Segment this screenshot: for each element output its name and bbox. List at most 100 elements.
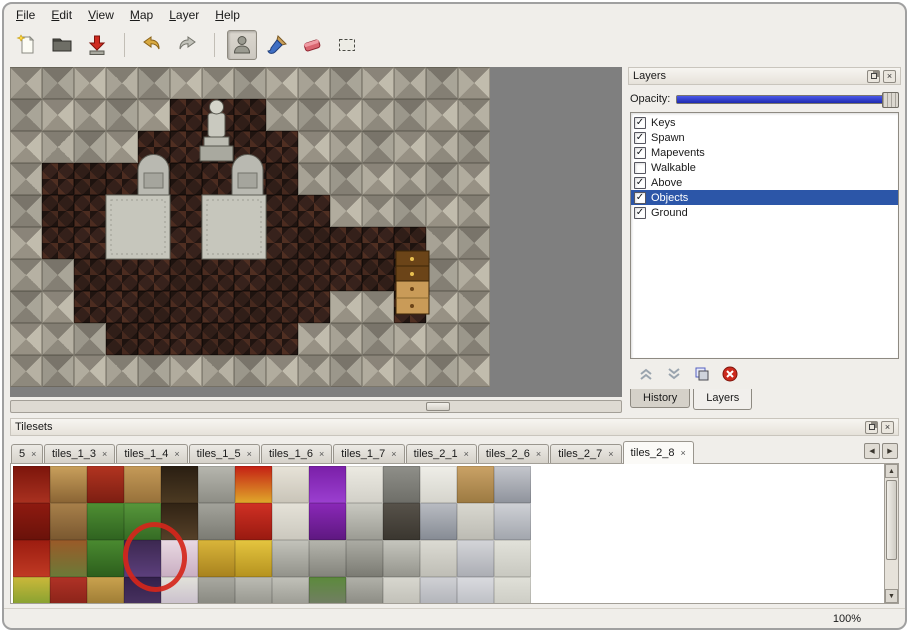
tileset-tile[interactable] [309, 577, 346, 604]
tileset-tile[interactable] [87, 466, 124, 503]
tileset-tab-tiles_2_8[interactable]: tiles_2_8× [623, 441, 694, 464]
map-tile[interactable] [362, 291, 394, 323]
map-tile[interactable] [10, 323, 42, 355]
map-tile[interactable] [106, 99, 138, 131]
map-tile[interactable] [138, 259, 170, 291]
layer-row-keys[interactable]: ✓Keys [631, 115, 898, 130]
map-tile[interactable] [234, 323, 266, 355]
select-tool-button[interactable] [332, 30, 362, 60]
tileset-tile[interactable] [494, 577, 531, 604]
layer-row-spawn[interactable]: ✓Spawn [631, 130, 898, 145]
map-tile[interactable] [106, 131, 138, 163]
tab-close-icon[interactable]: × [102, 449, 107, 459]
map-tile[interactable] [394, 67, 426, 99]
tileset-tile[interactable] [494, 466, 531, 503]
float-panel-button[interactable] [867, 70, 880, 83]
map-tile[interactable] [266, 291, 298, 323]
tileset-tile[interactable] [13, 577, 50, 604]
tileset-tile[interactable] [346, 466, 383, 503]
sprite-tool-button[interactable] [227, 30, 257, 60]
tileset-tile[interactable] [235, 466, 272, 503]
tileset-tile[interactable] [87, 577, 124, 604]
tileset-tile[interactable] [457, 577, 494, 604]
map-tile[interactable] [10, 99, 42, 131]
map-tile[interactable] [234, 195, 266, 227]
map-tile[interactable] [362, 195, 394, 227]
map-tile[interactable] [234, 227, 266, 259]
tab-close-icon[interactable]: × [247, 449, 252, 459]
map-tile[interactable] [394, 227, 426, 259]
map-tile[interactable] [266, 67, 298, 99]
tileset-tile[interactable] [87, 540, 124, 577]
opacity-slider-handle[interactable] [882, 92, 899, 108]
layer-row-mapevents[interactable]: ✓Mapevents [631, 145, 898, 160]
tileset-tile[interactable] [124, 577, 161, 604]
map-tile[interactable] [362, 227, 394, 259]
scroll-down-button[interactable]: ▼ [885, 589, 898, 603]
map-tile[interactable] [106, 67, 138, 99]
map-tile[interactable] [266, 195, 298, 227]
map-tile[interactable] [138, 163, 170, 195]
tileset-content[interactable]: ▲ ▼ [10, 463, 899, 604]
tileset-tile[interactable] [161, 540, 198, 577]
tileset-tile[interactable] [272, 577, 309, 604]
scrollbar-thumb[interactable] [886, 480, 897, 560]
tileset-tile[interactable] [494, 540, 531, 577]
map-tile[interactable] [458, 67, 490, 99]
map-tile[interactable] [426, 291, 458, 323]
map-tile[interactable] [138, 323, 170, 355]
tileset-tab-tiles_1_5[interactable]: tiles_1_5× [189, 444, 260, 463]
map-tile[interactable] [298, 227, 330, 259]
move-layer-up-button[interactable] [638, 366, 654, 382]
tileset-tile[interactable] [457, 503, 494, 540]
map-tile[interactable] [458, 259, 490, 291]
tileset-tile[interactable] [420, 503, 457, 540]
tileset-tile[interactable] [235, 540, 272, 577]
map-tile[interactable] [74, 131, 106, 163]
menu-item-layer[interactable]: Layer [169, 8, 199, 22]
move-layer-down-button[interactable] [666, 366, 682, 382]
map-tile[interactable] [106, 323, 138, 355]
map-tile[interactable] [426, 259, 458, 291]
map-tile[interactable] [234, 355, 266, 387]
map-tile[interactable] [42, 259, 74, 291]
map-tile[interactable] [202, 99, 234, 131]
layer-visibility-checkbox[interactable]: ✓ [634, 207, 646, 219]
tileset-tile[interactable] [272, 503, 309, 540]
map-tile[interactable] [42, 67, 74, 99]
duplicate-layer-button[interactable] [694, 366, 710, 382]
map-tile[interactable] [10, 131, 42, 163]
map-tile[interactable] [298, 259, 330, 291]
map-tile[interactable] [138, 67, 170, 99]
map-tile[interactable] [10, 355, 42, 387]
map-tile[interactable] [266, 355, 298, 387]
paint-tool-button[interactable] [262, 30, 292, 60]
map-tile[interactable] [458, 355, 490, 387]
tileset-tab-5[interactable]: 5× [11, 444, 43, 463]
tileset-tile[interactable] [457, 466, 494, 503]
tileset-tab-tiles_2_7[interactable]: tiles_2_7× [550, 444, 621, 463]
map-tile[interactable] [138, 195, 170, 227]
map-tile[interactable] [74, 163, 106, 195]
tileset-tile[interactable] [346, 540, 383, 577]
tileset-tab-tiles_1_3[interactable]: tiles_1_3× [44, 444, 115, 463]
map-tile[interactable] [74, 323, 106, 355]
map-tile[interactable] [394, 323, 426, 355]
map-tile[interactable] [106, 227, 138, 259]
layer-row-objects[interactable]: ✓Objects [631, 190, 898, 205]
map-tile[interactable] [170, 195, 202, 227]
tileset-tile[interactable] [198, 577, 235, 604]
tileset-tile[interactable] [272, 540, 309, 577]
map-tile[interactable] [138, 355, 170, 387]
open-button[interactable] [47, 30, 77, 60]
tileset-tile[interactable] [124, 503, 161, 540]
tileset-vertical-scrollbar[interactable]: ▲ ▼ [884, 464, 898, 603]
tileset-tab-tiles_2_1[interactable]: tiles_2_1× [406, 444, 477, 463]
map-tile[interactable] [426, 227, 458, 259]
tileset-tile[interactable] [198, 540, 235, 577]
tileset-tile[interactable] [346, 577, 383, 604]
tab-close-icon[interactable]: × [391, 449, 396, 459]
tab-close-icon[interactable]: × [31, 449, 36, 459]
map-tile[interactable] [74, 291, 106, 323]
map-tile[interactable] [362, 323, 394, 355]
